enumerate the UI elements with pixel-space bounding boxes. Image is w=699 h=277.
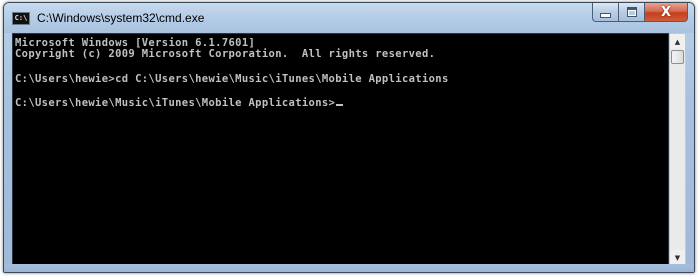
console-output[interactable]: Microsoft Windows [Version 6.1.7601] Cop… [12, 33, 669, 266]
caption-buttons: X [592, 3, 688, 23]
cmd-window: C:\ C:\Windows\system32\cmd.exe X Micros… [3, 2, 695, 273]
console-line-copyright: Copyright (c) 2009 Microsoft Corporation… [15, 48, 436, 60]
minimize-button[interactable] [592, 3, 618, 22]
maximize-icon [626, 7, 637, 17]
window-title: C:\Windows\system32\cmd.exe [37, 11, 205, 25]
scroll-up-arrow-icon: ▲ [674, 37, 681, 46]
prompt-text: C:\Users\hewie\Music\iTunes\Mobile Appli… [15, 97, 336, 109]
vertical-scrollbar[interactable]: ▲ ▼ [669, 33, 686, 266]
close-icon: X [660, 4, 672, 20]
maximize-button[interactable] [618, 3, 644, 22]
scroll-down-button[interactable]: ▼ [670, 250, 685, 265]
scroll-thumb[interactable] [671, 50, 684, 64]
cmd-icon[interactable]: C:\ [12, 12, 30, 25]
title-bar[interactable]: C:\ C:\Windows\system32\cmd.exe X [4, 3, 694, 33]
scroll-down-arrow-icon: ▼ [674, 253, 681, 262]
minimize-icon [600, 12, 611, 18]
close-button[interactable]: X [644, 3, 688, 22]
console-line-cd-command: C:\Users\hewie>cd C:\Users\hewie\Music\i… [15, 73, 449, 85]
scroll-up-button[interactable]: ▲ [670, 34, 685, 49]
console-line-prompt: C:\Users\hewie\Music\iTunes\Mobile Appli… [15, 97, 344, 109]
window-bottom-frame [4, 264, 694, 272]
text-cursor [336, 104, 344, 106]
